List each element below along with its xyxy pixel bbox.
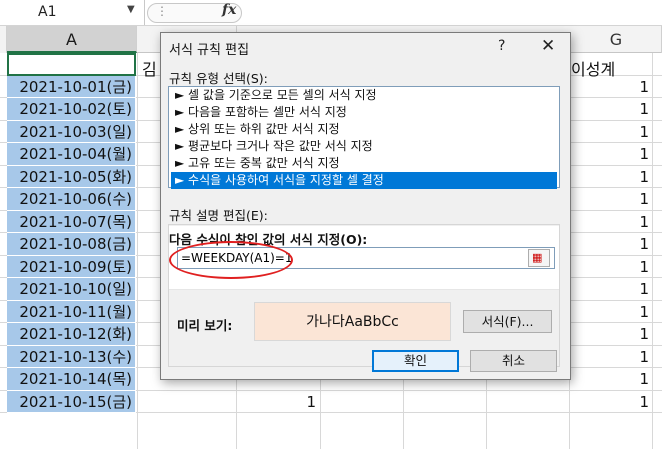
edit-description-label: 규칙 설명 편집(E): <box>169 208 268 223</box>
date-cell[interactable]: 2021-10-01(금) <box>7 75 136 98</box>
rule-type-item[interactable]: ► 평균보다 크거나 작은 값만 서식 지정 <box>171 138 557 155</box>
date-cell[interactable]: 2021-10-12(화) <box>7 323 136 346</box>
cell-g-value[interactable]: 1 <box>571 301 649 323</box>
date-cell[interactable]: 2021-10-03(일) <box>7 120 136 143</box>
cell-g-value[interactable]: 1 <box>571 143 649 165</box>
cell-value[interactable]: 1 <box>236 391 316 413</box>
name-box[interactable]: A1 <box>0 0 145 25</box>
date-cell[interactable]: 2021-10-13(수) <box>7 345 136 368</box>
rule-type-item-selected[interactable]: ► 수식을 사용하여 서식을 지정할 셀 결정 <box>171 172 557 189</box>
rule-type-item[interactable]: ► 고유 또는 중복 값만 서식 지정 <box>171 155 557 172</box>
cancel-button[interactable]: 취소 <box>470 350 557 372</box>
date-cell[interactable]: 2021-10-10(일) <box>7 278 136 301</box>
drag-dots-icon[interactable]: ⋮ <box>156 4 168 18</box>
date-cell[interactable]: 2021-10-02(토) <box>7 98 136 121</box>
select-all-corner[interactable] <box>0 26 7 53</box>
cell-g-value[interactable]: 1 <box>571 76 649 98</box>
cell-g-value[interactable]: 1 <box>571 368 649 390</box>
cell-a1[interactable] <box>7 53 136 76</box>
cell-g-value[interactable]: 1 <box>571 346 649 368</box>
date-cell[interactable]: 2021-10-11(월) <box>7 300 136 323</box>
format-preview: 가나다AaBbCc <box>254 302 451 341</box>
date-cell[interactable]: 2021-10-06(수) <box>7 188 136 211</box>
date-cell[interactable]: 2021-10-04(월) <box>7 143 136 166</box>
cell-g-value[interactable]: 1 <box>571 278 649 300</box>
date-cell[interactable]: 2021-10-14(목) <box>7 368 136 391</box>
close-icon[interactable]: ✕ <box>541 36 555 56</box>
cell-g-value[interactable]: 1 <box>571 323 649 345</box>
cell-g-value[interactable]: 1 <box>571 121 649 143</box>
rule-type-item[interactable]: ► 다음을 포함하는 셀만 서식 지정 <box>171 104 557 121</box>
date-cell[interactable]: 2021-10-08(금) <box>7 233 136 256</box>
cell-g-value[interactable]: 1 <box>571 98 649 120</box>
column-header-a[interactable]: A <box>7 26 137 53</box>
column-header-g[interactable]: G <box>571 26 662 53</box>
range-select-icon: ▦ <box>532 251 543 264</box>
cell-g-value[interactable]: 1 <box>571 391 649 413</box>
cell-g-value[interactable]: 1 <box>571 166 649 188</box>
cell-g-value[interactable]: 1 <box>571 188 649 210</box>
ok-button[interactable]: 확인 <box>372 350 459 372</box>
preview-label: 미리 보기: <box>177 318 233 333</box>
date-cell[interactable]: 2021-10-05(화) <box>7 165 136 188</box>
highlight-ellipse <box>169 241 293 279</box>
edit-format-rule-dialog: 서식 규칙 편집 ? ✕ 규칙 유형 선택(S): ► 셀 값을 기준으로 모든… <box>160 32 571 380</box>
date-cell[interactable]: 2021-10-07(목) <box>7 210 136 233</box>
help-icon[interactable]: ? <box>498 38 505 54</box>
rule-type-item[interactable]: ► 상위 또는 하위 값만 서식 지정 <box>171 121 557 138</box>
rule-type-label: 규칙 유형 선택(S): <box>169 71 268 86</box>
format-button[interactable]: 서식(F)... <box>463 310 552 333</box>
cell-g-value[interactable]: 1 <box>571 256 649 278</box>
date-cell[interactable]: 2021-10-09(토) <box>7 255 136 278</box>
cell-g-value[interactable]: 1 <box>571 233 649 255</box>
rule-type-list[interactable]: ► 셀 값을 기준으로 모든 셀의 서식 지정 ► 다음을 포함하는 셀만 서식… <box>168 86 560 189</box>
chevron-down-icon[interactable]: ▼ <box>127 4 135 15</box>
cell-g-value[interactable]: 1 <box>571 211 649 233</box>
date-cell[interactable]: 2021-10-15(금) <box>7 390 136 413</box>
fx-icon[interactable]: fx <box>222 2 236 18</box>
dialog-title: 서식 규칙 편집 <box>169 43 250 58</box>
rule-type-item[interactable]: ► 셀 값을 기준으로 모든 셀의 서식 지정 <box>171 87 557 104</box>
range-select-button[interactable]: ▦ <box>528 249 550 267</box>
